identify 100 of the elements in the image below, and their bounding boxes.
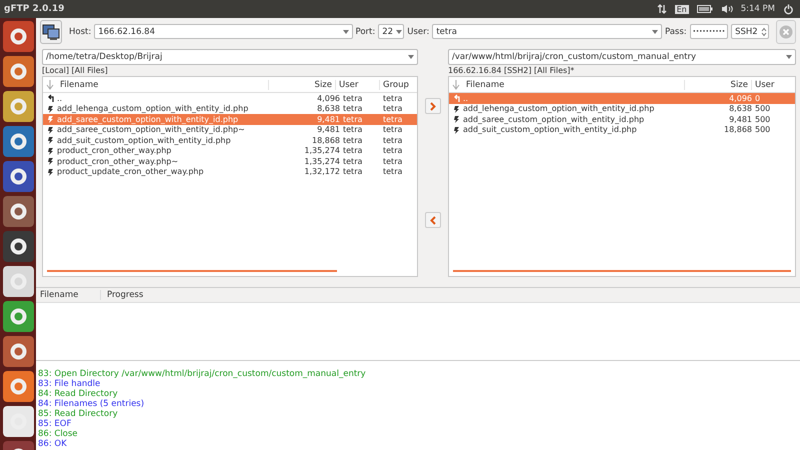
pass-label: Pass: bbox=[664, 26, 687, 36]
chevron-right-icon bbox=[430, 102, 436, 110]
app-icon[interactable] bbox=[2, 336, 34, 367]
group-cell-text: tetra bbox=[383, 125, 404, 134]
user-cell-text: 500 bbox=[755, 104, 772, 114]
group-cell-text: tetra bbox=[383, 104, 404, 114]
user-cell-text: 500 bbox=[755, 125, 772, 134]
up-arrow-icon bbox=[453, 94, 461, 103]
group-cell-text: tetra bbox=[383, 146, 404, 156]
app-icon[interactable] bbox=[2, 91, 34, 122]
filename-cell-text: add_saree_custom_option_with_entity_id.php~ bbox=[57, 125, 246, 134]
clock[interactable]: 5:14 PM bbox=[740, 4, 775, 14]
column-header[interactable]: User bbox=[751, 80, 795, 90]
user-cell-text: tetra bbox=[343, 114, 364, 124]
app-icon[interactable] bbox=[2, 161, 34, 192]
app-icon[interactable] bbox=[2, 196, 34, 227]
dropdown-arrow-icon bbox=[408, 55, 414, 59]
user-cell-text: tetra bbox=[343, 94, 364, 103]
battery-icon[interactable] bbox=[696, 5, 713, 13]
app-icon[interactable] bbox=[2, 126, 34, 157]
app-icon[interactable] bbox=[2, 56, 34, 87]
connect-button[interactable] bbox=[40, 20, 62, 44]
column-header[interactable]: Filename bbox=[57, 80, 268, 90]
computers-icon bbox=[41, 22, 61, 40]
directory-path-field[interactable]: /home/tetra/Desktop/Brijraj bbox=[42, 49, 418, 65]
filename-cell-text: add_suit_custom_option_with_entity_id.php bbox=[57, 136, 232, 145]
user-label: User: bbox=[407, 26, 430, 36]
filename-cell-text: add_lehenga_custom_option_with_entity_id.php bbox=[463, 104, 656, 114]
file-row[interactable]: product_update_cron_other_way.php 1,32,172 tetra tetra bbox=[43, 166, 417, 177]
log-line: 86: OK bbox=[38, 439, 68, 449]
upload-button[interactable] bbox=[425, 98, 441, 114]
file-row[interactable]: add_lehenga_custom_option_with_entity_id.php 8,638 500 bbox=[449, 104, 795, 114]
dropdown-arrow-icon bbox=[786, 55, 792, 59]
file-row[interactable]: add_suit_custom_option_with_entity_id.php 18,868 tetra tetra bbox=[43, 135, 417, 146]
size-cell-text: 1,32,172 bbox=[303, 167, 341, 176]
user-cell-text: 0 bbox=[755, 94, 762, 103]
group-cell-text: tetra bbox=[383, 136, 404, 145]
app-icon[interactable] bbox=[2, 406, 34, 437]
user-cell-text: tetra bbox=[343, 136, 364, 145]
window-title: gFTP 2.0.19 bbox=[4, 4, 64, 14]
size-cell-text: 1,35,274 bbox=[303, 156, 341, 166]
log-line: 85: EOF bbox=[38, 419, 72, 429]
log-line: 84: Filenames (5 entries) bbox=[38, 399, 146, 409]
size-cell-text: 1,35,274 bbox=[303, 146, 341, 156]
filename-cell-text: .. bbox=[463, 94, 470, 103]
pane-status: 166.62.16.84 [SSH2] [All Files]* bbox=[448, 65, 576, 76]
dropdown-arrow-icon bbox=[396, 30, 402, 34]
log-line: 85: Read Directory bbox=[38, 409, 119, 419]
power-icon[interactable] bbox=[783, 4, 794, 14]
filename-cell-text: product_cron_other_way.php~ bbox=[57, 156, 180, 166]
filename-cell-text: product_cron_other_way.php bbox=[57, 146, 172, 156]
file-row[interactable]: product_cron_other_way.php~ 1,35,274 tetra tetra bbox=[43, 156, 417, 166]
group-cell-text: tetra bbox=[383, 167, 404, 176]
column-header[interactable]: Filename bbox=[36, 290, 100, 300]
size-cell-text: 9,481 bbox=[728, 114, 753, 124]
filename-cell-text: add_saree_custom_option_with_entity_id.php bbox=[463, 114, 646, 124]
column-header[interactable]: Size bbox=[684, 80, 751, 90]
download-button[interactable] bbox=[425, 212, 441, 228]
host-field[interactable]: 166.62.16.84 bbox=[94, 24, 352, 39]
keyboard-indicator[interactable]: En bbox=[674, 4, 689, 14]
file-row[interactable]: .. 4,096 tetra tetra bbox=[43, 93, 417, 104]
column-header[interactable]: Group bbox=[379, 80, 417, 90]
size-cell-text: 8,638 bbox=[316, 104, 341, 114]
dropdown-arrow-icon bbox=[342, 30, 348, 34]
chevron-left-icon bbox=[430, 216, 436, 224]
port-field[interactable]: 22 bbox=[378, 24, 404, 39]
file-row[interactable]: add_lehenga_custom_option_with_entity_id.php 8,638 tetra tetra bbox=[43, 104, 417, 114]
log-line: 84: Read Directory bbox=[38, 389, 119, 399]
filename-cell-text: add_suit_custom_option_with_entity_id.php bbox=[463, 125, 638, 134]
file-row[interactable]: add_saree_custom_option_with_entity_id.php 9,481 500 bbox=[449, 114, 795, 124]
app-icon[interactable] bbox=[2, 301, 34, 332]
column-header[interactable]: Size bbox=[268, 80, 335, 90]
file-row[interactable]: product_cron_other_way.php 1,35,274 tetra tetra bbox=[43, 146, 417, 156]
user-field[interactable]: tetra bbox=[432, 24, 662, 39]
size-cell-text: 18,868 bbox=[311, 136, 341, 145]
column-header[interactable]: Filename bbox=[463, 80, 684, 90]
column-header[interactable]: User bbox=[335, 80, 379, 90]
filename-cell-text: add_lehenga_custom_option_with_entity_id.php bbox=[57, 104, 250, 114]
log-line: 86: Close bbox=[38, 429, 79, 439]
up-arrow-icon bbox=[47, 94, 55, 103]
filename-cell-text: .. bbox=[57, 94, 64, 103]
user-cell-text: tetra bbox=[343, 104, 364, 114]
directory-path-field[interactable]: /var/www/html/brijraj/cron_custom/custom_manual_entry bbox=[448, 49, 796, 65]
filename-cell-text: add_saree_custom_option_with_entity_id.php bbox=[57, 114, 240, 124]
file-row[interactable]: add_suit_custom_option_with_entity_id.php 18,868 500 bbox=[449, 124, 795, 135]
protocol-selector[interactable]: SSH2 bbox=[731, 24, 770, 39]
app-icon[interactable] bbox=[2, 21, 34, 52]
app-icon[interactable] bbox=[2, 266, 34, 297]
app-icon[interactable] bbox=[2, 371, 34, 402]
user-cell-text: tetra bbox=[343, 146, 364, 156]
group-cell-text: tetra bbox=[383, 156, 404, 166]
app-icon[interactable] bbox=[2, 231, 34, 262]
column-header[interactable]: Progress bbox=[100, 290, 144, 300]
group-cell-text: tetra bbox=[383, 94, 404, 103]
pane-status: [Local] [All Files] bbox=[42, 65, 109, 76]
dropdown-arrow-icon bbox=[652, 30, 658, 34]
network-icon[interactable] bbox=[656, 4, 667, 14]
size-cell-text: 18,868 bbox=[723, 125, 753, 134]
volume-icon[interactable] bbox=[720, 4, 733, 14]
file-row[interactable]: add_saree_custom_option_with_entity_id.php~ 9,481 tetra tetra bbox=[43, 124, 417, 135]
